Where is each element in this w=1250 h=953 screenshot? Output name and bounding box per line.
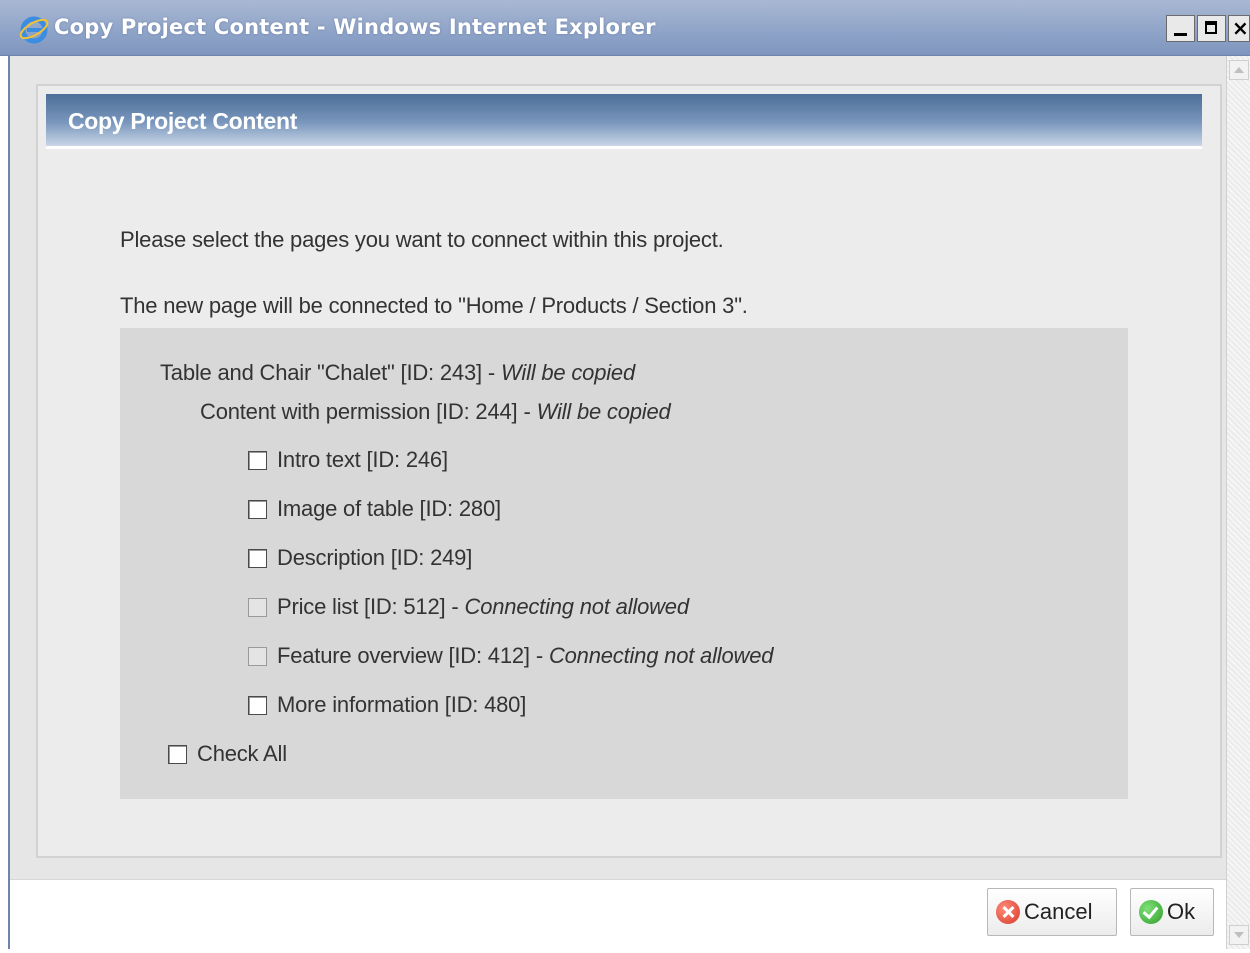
cancel-button[interactable]: Cancel [987, 888, 1117, 936]
list-item-label: Description [ID: 249] [277, 545, 473, 570]
cancel-button-label: Cancel [1024, 899, 1093, 924]
cancel-icon [996, 900, 1020, 924]
list-item[interactable]: More information [ID: 480] [248, 692, 526, 718]
list-item-label: Image of table [ID: 280] [277, 496, 501, 521]
check-all-label: Check All [197, 741, 287, 766]
vertical-scrollbar[interactable] [1226, 56, 1250, 949]
window-controls: × [1164, 15, 1250, 43]
minimize-button[interactable] [1166, 15, 1195, 42]
more-information-checkbox[interactable] [248, 695, 267, 715]
image-of-table-checkbox[interactable] [248, 499, 267, 519]
description-checkbox[interactable] [248, 548, 267, 568]
list-item-label: Price list [ID: 512] [277, 594, 446, 619]
ok-button-label: Ok [1167, 899, 1196, 924]
list-item-sep: - [535, 643, 543, 668]
list-item-status: Connecting not allowed [464, 594, 690, 619]
internet-explorer-icon [19, 16, 49, 44]
dialog-title: Copy Project Content [68, 108, 298, 134]
instruction-text: Please select the pages you want to conn… [120, 227, 724, 252]
window-title: Copy Project Content - Windows Internet … [54, 15, 656, 39]
scroll-up-button[interactable] [1229, 60, 1249, 80]
dialog-header: Copy Project Content [46, 94, 1202, 149]
list-item[interactable]: Image of table [ID: 280] [248, 496, 501, 522]
tree-child-label: Content with permission [ID: 244] [200, 399, 518, 424]
window-client-area: Copy Project Content Please select the p… [8, 56, 1250, 950]
ok-button[interactable]: Ok [1130, 888, 1214, 936]
tree-parent-label: Table and Chair "Chalet" [ID: 243] [160, 360, 482, 385]
list-item-label: Intro text [ID: 246] [277, 447, 448, 472]
checkmark-icon [1139, 900, 1163, 924]
list-item-label: More information [ID: 480] [277, 692, 527, 717]
list-item[interactable]: Description [ID: 249] [248, 545, 472, 571]
target-location-text: The new page will be connected to "Home … [120, 293, 748, 318]
close-button[interactable]: × [1228, 15, 1250, 42]
scroll-down-button[interactable] [1229, 925, 1249, 945]
copy-project-dialog: Copy Project Content Please select the p… [36, 84, 1222, 858]
list-item-status: Connecting not allowed [548, 643, 774, 668]
check-all-checkbox[interactable] [168, 744, 187, 764]
tree-parent-sep: - [487, 360, 496, 385]
maximize-button[interactable] [1197, 15, 1226, 42]
tree-child-status: Will be copied [536, 399, 671, 424]
feature-overview-checkbox [248, 646, 267, 666]
list-item-sep: - [451, 594, 459, 619]
dialog-footer: Cancel Ok [10, 879, 1226, 950]
tree-parent-status: Will be copied [501, 360, 635, 385]
page-selection-list: Table and Chair "Chalet" [ID: 243] - Wil… [120, 328, 1128, 799]
list-item[interactable]: Intro text [ID: 246] [248, 447, 448, 473]
window-titlebar: Copy Project Content - Windows Internet … [0, 0, 1250, 56]
check-all-row[interactable]: Check All [168, 741, 287, 767]
close-icon: × [1232, 16, 1249, 40]
tree-child-sep: - [523, 399, 531, 424]
list-item: Feature overview [ID: 412] - Connecting … [248, 643, 773, 669]
tree-parent-item: Table and Chair "Chalet" [ID: 243] - Wil… [160, 360, 635, 386]
tree-child-item: Content with permission [ID: 244] - Will… [200, 399, 671, 425]
price-list-checkbox [248, 597, 267, 617]
list-item: Price list [ID: 512] - Connecting not al… [248, 594, 689, 620]
list-item-label: Feature overview [ID: 412] [277, 643, 530, 668]
intro-text-checkbox[interactable] [248, 450, 267, 470]
